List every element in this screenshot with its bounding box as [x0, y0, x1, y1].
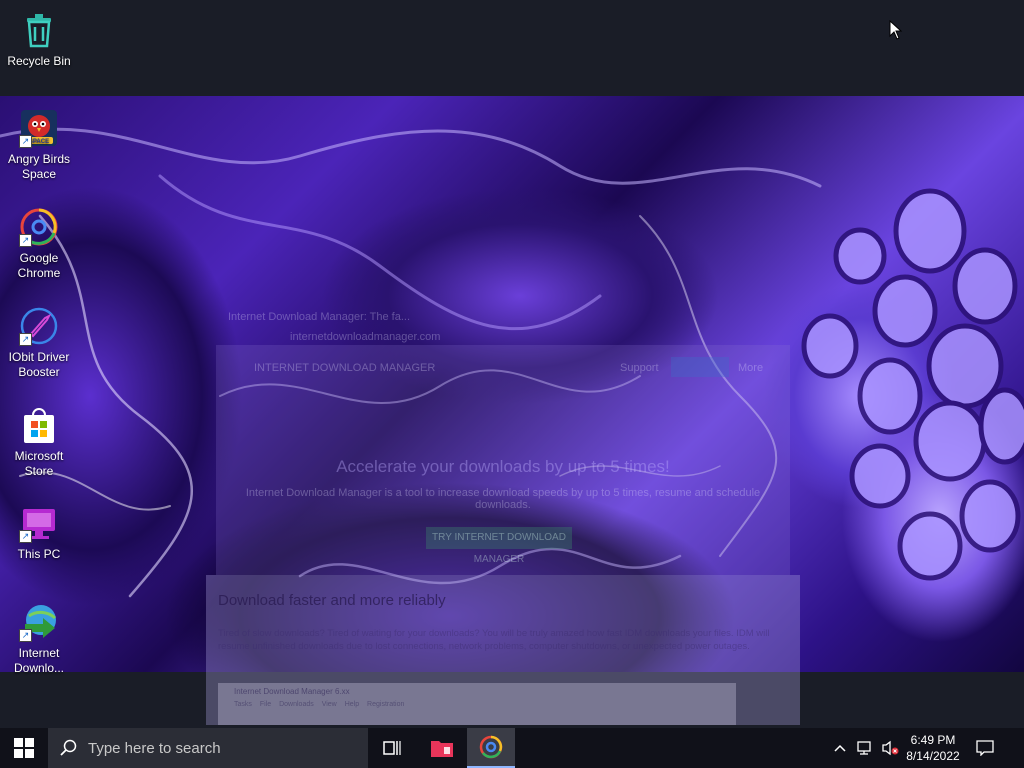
ghost-mini-menu: Tasks File Downloads View Help Registrat…	[234, 701, 405, 708]
desktop-icon-label: Recycle Bin	[7, 54, 71, 68]
mouse-cursor-icon	[889, 19, 903, 45]
task-view-button[interactable]	[368, 728, 416, 768]
desktop-icon-label: Google Chrome	[17, 251, 61, 280]
ghost-url: internetdownloadmanager.com	[290, 331, 441, 343]
file-explorer-icon	[431, 741, 453, 757]
desktop-icon-this-pc[interactable]: ↗ This PC	[1, 503, 77, 562]
network-status-button[interactable]	[852, 728, 878, 768]
angry-birds-space-icon: SPACE ↗	[19, 108, 59, 148]
search-placeholder: Type here to search	[88, 739, 221, 757]
driver-booster-icon: ↗	[19, 306, 59, 346]
ghost-nav-brand: INTERNET DOWNLOAD MANAGER	[254, 362, 436, 374]
ghost-nav-button	[671, 357, 729, 377]
desktop-icon-recycle-bin[interactable]: Recycle Bin	[1, 10, 77, 69]
taskbar-app-file-explorer[interactable]	[418, 728, 466, 768]
desktop-icon-driver-booster[interactable]: ↗ IObit Driver Booster	[1, 306, 77, 380]
desktop-icon-google-chrome[interactable]: ↗ Google Chrome	[1, 207, 77, 281]
ghost-tab-title: Internet Download Manager: The fa...	[228, 311, 411, 323]
taskbar-search-box[interactable]: Type here to search	[48, 728, 368, 768]
desktop-icon-microsoft-store[interactable]: Microsoft Store	[1, 405, 77, 479]
task-view-icon	[383, 741, 401, 755]
shortcut-arrow-icon: ↗	[19, 629, 32, 642]
show-hidden-icons-button[interactable]	[828, 728, 852, 768]
volume-button[interactable]	[878, 728, 902, 768]
desktop-icon-label: This PC	[17, 547, 61, 561]
recycle-bin-icon	[19, 10, 59, 50]
shortcut-arrow-icon: ↗	[19, 530, 32, 543]
shortcut-arrow-icon: ↗	[19, 234, 32, 247]
ghost-cta-button: TRY INTERNET DOWNLOAD MANAGER	[426, 527, 572, 565]
ghost-section-text: Tired of slow downloads? Tired of waitin…	[218, 628, 770, 652]
desktop-icon-internet-download-manager[interactable]: ↗ Internet Downlo...	[1, 602, 77, 676]
desktop-icon-angry-birds-space[interactable]: SPACE ↗ Angry Birds Space	[1, 108, 77, 182]
this-pc-icon: ↗	[19, 503, 59, 543]
desktop-icon-label: Angry Birds Space	[7, 152, 71, 181]
taskbar: Type here to search 6:49 PM 8/14/2022	[0, 728, 1024, 768]
notifications-button[interactable]	[970, 728, 1000, 768]
ghost-section-title: Download faster and more reliably	[218, 592, 446, 609]
speaker-muted-icon	[882, 740, 899, 756]
desktop-icon-label: IObit Driver Booster	[8, 350, 70, 379]
ghost-idm-screenshot: Internet Download Manager 6.xx Tasks Fil…	[218, 683, 736, 725]
desktop-icon-label: Internet Downlo...	[13, 646, 65, 675]
ghost-mini-title: Internet Download Manager 6.xx	[234, 687, 350, 696]
search-icon	[60, 739, 77, 756]
taskbar-app-google-chrome[interactable]	[467, 728, 515, 768]
internet-download-manager-icon: ↗	[19, 602, 59, 642]
shortcut-arrow-icon: ↗	[19, 135, 32, 148]
network-icon	[857, 741, 871, 755]
desktop-icon-label: Microsoft Store	[14, 449, 64, 478]
chevron-up-icon	[834, 744, 846, 752]
microsoft-store-icon	[19, 405, 59, 445]
notification-icon	[976, 740, 994, 756]
ghost-nav-support: Support	[620, 362, 659, 374]
shortcut-arrow-icon: ↗	[19, 333, 32, 346]
faded-browser-window[interactable]: Internet Download Manager: The fa... int…	[206, 305, 800, 725]
ghost-subtext: Internet Download Manager is a tool to i…	[245, 487, 761, 511]
clock-date: 8/14/2022	[906, 749, 960, 763]
windows-start-icon	[14, 738, 34, 758]
ghost-headline: Accelerate your downloads by up to 5 tim…	[336, 457, 670, 476]
chrome-icon	[479, 735, 503, 759]
chrome-icon: ↗	[19, 207, 59, 247]
start-button[interactable]	[0, 728, 48, 768]
show-desktop-button[interactable]	[1018, 728, 1024, 768]
clock[interactable]: 6:49 PM 8/14/2022	[902, 728, 964, 768]
clock-time: 6:49 PM	[910, 733, 956, 747]
ghost-nav-more: More	[738, 362, 764, 374]
